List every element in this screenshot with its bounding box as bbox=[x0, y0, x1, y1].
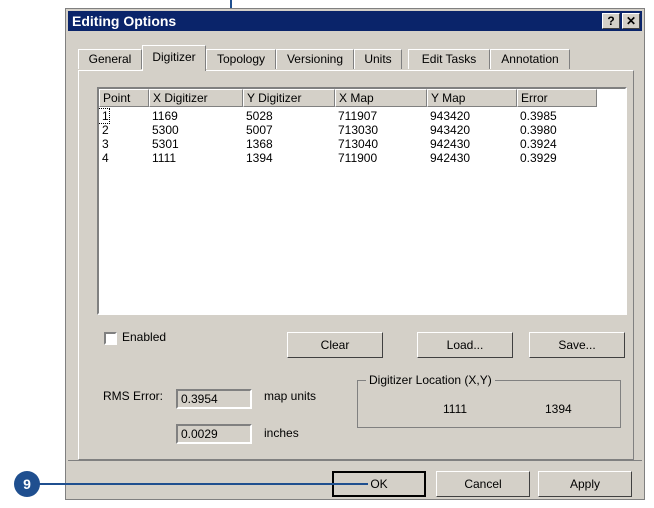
tab-topology[interactable]: Topology bbox=[206, 49, 276, 69]
callout-pointer-line bbox=[38, 483, 368, 485]
cell-error: 0.3980 bbox=[520, 123, 557, 137]
save-button[interactable]: Save... bbox=[529, 332, 625, 358]
cell-y-map: 943420 bbox=[430, 109, 471, 123]
cell-x-map: 711907 bbox=[338, 109, 378, 123]
help-button[interactable]: ? bbox=[602, 13, 620, 29]
close-button[interactable]: ✕ bbox=[622, 13, 640, 29]
callout-number-badge: 9 bbox=[14, 471, 40, 497]
cell-point: 4 bbox=[102, 151, 109, 165]
cell-x-digitizer: 5300 bbox=[152, 123, 179, 137]
cell-point: 3 bbox=[102, 137, 109, 151]
tab-versioning[interactable]: Versioning bbox=[276, 49, 354, 69]
digitizer-location-x: 1111 bbox=[443, 402, 468, 416]
clear-button[interactable]: Clear bbox=[287, 332, 383, 358]
tab-edit-tasks[interactable]: Edit Tasks bbox=[408, 49, 490, 69]
tab-units[interactable]: Units bbox=[354, 49, 402, 69]
cell-x-map: 711900 bbox=[338, 151, 378, 165]
enabled-label[interactable]: Enabled bbox=[122, 330, 166, 344]
cell-y-digitizer: 1368 bbox=[246, 137, 273, 151]
cell-y-digitizer: 5007 bbox=[246, 123, 273, 137]
cancel-button[interactable]: Cancel bbox=[436, 471, 530, 497]
apply-button[interactable]: Apply bbox=[538, 471, 632, 497]
cell-x-digitizer: 1111 bbox=[152, 151, 177, 165]
cell-x-map: 713040 bbox=[338, 137, 379, 151]
cell-error: 0.3929 bbox=[520, 151, 557, 165]
tab-annotation[interactable]: Annotation bbox=[490, 49, 570, 69]
column-header-y-map[interactable]: Y Map bbox=[427, 89, 517, 107]
map-units-label: map units bbox=[264, 389, 317, 403]
cell-x-digitizer: 5301 bbox=[152, 137, 179, 151]
rms-error-inches-field: 0.0029 bbox=[176, 424, 252, 444]
column-header-error[interactable]: Error bbox=[517, 89, 597, 107]
digitizer-location-group bbox=[357, 380, 621, 428]
column-header-x-map[interactable]: X Map bbox=[335, 89, 427, 107]
cell-x-map: 713030 bbox=[338, 123, 379, 137]
tab-digitizer[interactable]: Digitizer bbox=[142, 45, 206, 71]
title-bar: Editing Options ? ✕ bbox=[68, 11, 642, 31]
rms-error-label: RMS Error: bbox=[103, 389, 163, 403]
cell-error: 0.3985 bbox=[520, 109, 557, 123]
rms-error-map-units-field: 0.3954 bbox=[176, 389, 252, 409]
cell-error: 0.3924 bbox=[520, 137, 557, 151]
cell-point: 1 bbox=[99, 108, 110, 124]
window-title: Editing Options bbox=[72, 13, 177, 29]
cell-point: 2 bbox=[102, 123, 109, 137]
column-header-point[interactable]: Point bbox=[99, 89, 149, 107]
digitizer-location-label: Digitizer Location (X,Y) bbox=[366, 373, 495, 387]
enabled-checkbox[interactable] bbox=[104, 332, 117, 345]
separator bbox=[68, 460, 642, 461]
cell-y-digitizer: 5028 bbox=[246, 109, 273, 123]
inches-label: inches bbox=[264, 426, 299, 440]
digitizer-location-y: 1394 bbox=[545, 402, 572, 416]
cell-y-map: 942430 bbox=[430, 137, 471, 151]
tab-general[interactable]: General bbox=[78, 49, 142, 69]
control-points-table[interactable]: Point X Digitizer Y Digitizer X Map Y Ma… bbox=[97, 87, 627, 315]
column-header-y-digitizer[interactable]: Y Digitizer bbox=[243, 89, 335, 107]
cell-y-digitizer: 1394 bbox=[246, 151, 273, 165]
column-header-x-digitizer[interactable]: X Digitizer bbox=[149, 89, 243, 107]
cell-y-map: 942430 bbox=[430, 151, 471, 165]
load-button[interactable]: Load... bbox=[417, 332, 513, 358]
cell-x-digitizer: 1169 bbox=[152, 109, 178, 123]
cell-y-map: 943420 bbox=[430, 123, 471, 137]
